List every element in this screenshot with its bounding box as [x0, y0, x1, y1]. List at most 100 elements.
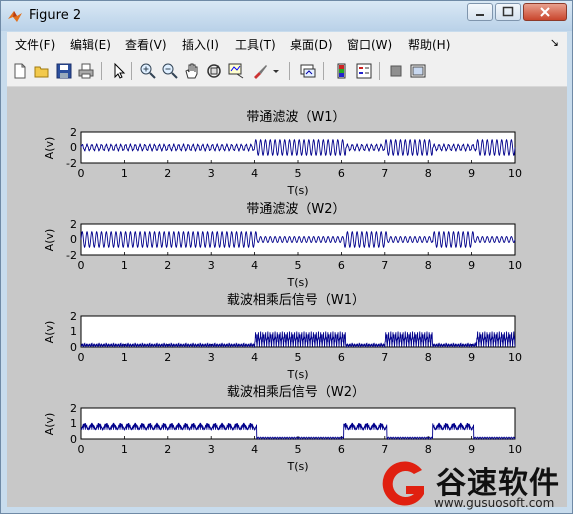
y-tick-label: 2 [70, 218, 77, 231]
y-axis-label: A(v) [43, 229, 56, 252]
x-tick-label: 5 [295, 259, 302, 272]
x-tick-label: 8 [425, 259, 432, 272]
colorbar-icon[interactable] [333, 62, 351, 80]
subplot-1: 带通滤波（W1） 2 0 -2 A(v) 0 1 2 3 4 5 6 7 8 9 10 T(s) [43, 110, 522, 197]
link-plot-icon[interactable] [299, 62, 317, 80]
menu-tools[interactable]: 工具(T) [235, 36, 276, 53]
x-tick-label: 9 [468, 259, 475, 272]
zoom-out-icon[interactable] [161, 62, 179, 80]
x-axis-label: T(s) [286, 460, 308, 473]
x-tick-label: 3 [208, 167, 215, 180]
x-tick-label: 10 [508, 351, 522, 364]
x-tick-label: 4 [251, 443, 258, 456]
brush-icon[interactable] [251, 62, 269, 80]
print-icon[interactable] [77, 62, 95, 80]
x-tick-label: 0 [78, 351, 85, 364]
x-tick-label: 10 [508, 259, 522, 272]
menu-window[interactable]: 窗口(W) [347, 36, 392, 53]
y-tick-label: 1 [70, 325, 77, 338]
y-axis-label: A(v) [43, 321, 56, 344]
x-tick-label: 9 [468, 167, 475, 180]
x-tick-label: 7 [381, 351, 388, 364]
pointer-icon[interactable] [109, 62, 127, 80]
y-tick-label: 0 [70, 141, 77, 154]
toolbar-separator [101, 62, 102, 80]
y-axis-label: A(v) [43, 137, 56, 160]
x-tick-label: 9 [468, 351, 475, 364]
plot-title: 带通滤波（W1） [246, 110, 345, 125]
toolbar-separator [289, 62, 290, 80]
y-tick-label: 2 [70, 402, 77, 415]
zoom-in-icon[interactable] [139, 62, 157, 80]
plots-svg: 带通滤波（W1） 2 0 -2 A(v) 0 1 2 3 4 5 6 7 8 9 10 T(s) 带… [43, 110, 522, 473]
plot-title: 载波相乘后信号（W2） [227, 385, 365, 400]
menu-view[interactable]: 查看(V) [125, 36, 167, 53]
x-tick-label: 9 [468, 443, 475, 456]
plot-title: 载波相乘后信号（W1） [227, 293, 365, 308]
menu-desktop[interactable]: 桌面(D) [290, 36, 333, 53]
save-icon[interactable] [55, 62, 73, 80]
x-tick-label: 6 [338, 167, 345, 180]
watermark-logo [382, 461, 424, 506]
x-tick-label: 6 [338, 259, 345, 272]
y-tick-label: 1 [70, 417, 77, 430]
x-tick-label: 7 [381, 259, 388, 272]
x-tick-label: 8 [425, 443, 432, 456]
x-tick-label: 5 [295, 167, 302, 180]
x-tick-label: 6 [338, 443, 345, 456]
y-tick-label: 2 [70, 310, 77, 323]
maximize-button[interactable] [495, 3, 521, 21]
x-tick-label: 1 [121, 351, 128, 364]
menu-file[interactable]: 文件(F) [15, 36, 55, 53]
subplot-3: 载波相乘后信号（W1） 2 1 0 A(v) 0 1 2 3 4 5 6 7 8 9 10 T(s) [43, 293, 522, 381]
pan-hand-icon[interactable] [183, 62, 201, 80]
x-tick-label: 10 [508, 167, 522, 180]
legend-icon[interactable] [355, 62, 373, 80]
dropdown-arrow-icon[interactable] [271, 62, 281, 80]
menu-edit[interactable]: 编辑(E) [70, 36, 111, 53]
plot-title: 带通滤波（W2） [246, 202, 345, 217]
matlab-icon [8, 11, 22, 22]
x-tick-label: 1 [121, 443, 128, 456]
rotate-3d-icon[interactable] [205, 62, 223, 80]
axes-box[interactable] [80, 407, 516, 440]
dock-arrow-icon[interactable]: ↘ [550, 36, 559, 49]
toolbar-separator [131, 62, 132, 80]
y-tick-label: -2 [66, 157, 77, 170]
x-tick-label: 1 [121, 167, 128, 180]
x-tick-label: 0 [78, 259, 85, 272]
x-axis-label: T(s) [286, 276, 308, 289]
close-button[interactable] [523, 3, 567, 21]
x-tick-label: 2 [164, 259, 171, 272]
menu-insert[interactable]: 插入(I) [182, 36, 219, 53]
x-tick-label: 3 [208, 259, 215, 272]
new-file-icon[interactable] [11, 62, 29, 80]
y-tick-label: 2 [70, 126, 77, 139]
minimize-button[interactable] [467, 3, 493, 21]
subplot-2: 带通滤波（W2） 2 0 -2 A(v) 0 1 2 3 4 5 6 7 8 9 10 T(s) [43, 202, 522, 289]
x-tick-label: 7 [381, 443, 388, 456]
x-axis-label: T(s) [286, 184, 308, 197]
show-plot-tools-icon[interactable] [409, 62, 427, 80]
toolbar-separator [323, 62, 324, 80]
x-tick-label: 4 [251, 351, 258, 364]
title-bar[interactable]: Figure 2 [1, 1, 572, 31]
y-axis-label: A(v) [43, 413, 56, 436]
open-folder-icon[interactable] [33, 62, 51, 80]
x-tick-label: 2 [164, 443, 171, 456]
y-tick-label: 0 [70, 233, 77, 246]
x-tick-label: 10 [508, 443, 522, 456]
x-tick-label: 8 [425, 167, 432, 180]
hide-plot-tools-icon[interactable] [387, 62, 405, 80]
y-tick-label: 0 [70, 433, 77, 446]
figure-window: Figure 2 文件(F) 编辑(E) 查看(V) 插入(I) 工具(T) 桌… [0, 0, 573, 514]
menu-bar: 文件(F) 编辑(E) 查看(V) 插入(I) 工具(T) 桌面(D) 窗口(W… [7, 32, 567, 56]
x-tick-label: 2 [164, 351, 171, 364]
menu-help[interactable]: 帮助(H) [408, 36, 450, 53]
x-tick-label: 0 [78, 167, 85, 180]
x-tick-label: 7 [381, 167, 388, 180]
toolbar [7, 56, 567, 87]
x-tick-label: 4 [251, 167, 258, 180]
data-cursor-icon[interactable] [227, 62, 245, 80]
x-axis-label: T(s) [286, 368, 308, 381]
